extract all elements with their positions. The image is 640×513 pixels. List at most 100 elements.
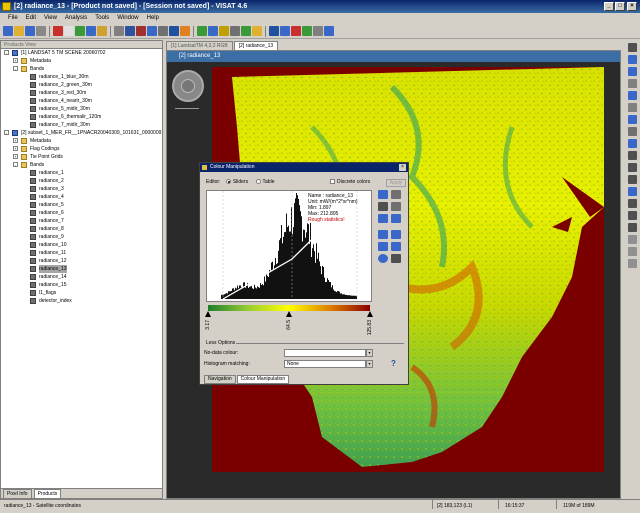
tree-node[interactable]: radiance_1: [1, 169, 162, 177]
tree-node[interactable]: radiance_5_midir_30m: [1, 105, 162, 113]
expand-icon[interactable]: +: [13, 146, 18, 151]
tool-button-icon[interactable]: [627, 187, 637, 196]
no-data-colour-field[interactable]: [284, 349, 366, 357]
tree-node[interactable]: + Metadata: [1, 57, 162, 65]
tool-button-icon[interactable]: [627, 151, 637, 160]
help-button[interactable]: ?: [391, 359, 401, 369]
no-data-dropdown-icon[interactable]: ▾: [366, 349, 373, 357]
toolbar-button-icon[interactable]: [280, 26, 290, 36]
tree-node[interactable]: radiance_15: [1, 281, 162, 289]
toolbar-button-icon[interactable]: [291, 26, 301, 36]
tool-button-icon[interactable]: [627, 235, 637, 244]
menu-view[interactable]: View: [40, 13, 61, 24]
menu-window[interactable]: Window: [113, 13, 142, 24]
tree-node[interactable]: l1_flags: [1, 289, 162, 297]
toolbar-button-icon[interactable]: [269, 26, 279, 36]
toolbar-button-icon[interactable]: [169, 26, 179, 36]
tree-node[interactable]: radiance_6_thermalir_120m: [1, 113, 162, 121]
tool-button-icon[interactable]: [627, 127, 637, 136]
tool-button-icon[interactable]: [627, 79, 637, 88]
expand-icon[interactable]: +: [13, 138, 18, 143]
less-options-toggle[interactable]: Less Options: [206, 340, 235, 346]
tree-node[interactable]: radiance_14: [1, 273, 162, 281]
colour-slider-handle[interactable]: [367, 311, 373, 317]
tool-button-icon[interactable]: [627, 67, 637, 76]
tree-node[interactable]: - Bands: [1, 161, 162, 169]
collapse-icon[interactable]: -: [4, 130, 9, 135]
toolbar-button-icon[interactable]: [208, 26, 218, 36]
tree-node[interactable]: + Tie Point Grids: [1, 153, 162, 161]
histogram-matching-select[interactable]: None: [284, 360, 366, 368]
toolbar-button-icon[interactable]: [125, 26, 135, 36]
toolbar-button-icon[interactable]: [36, 26, 46, 36]
tree-node[interactable]: radiance_3_red_30m: [1, 89, 162, 97]
tab-radiance-13[interactable]: [2] radiance_13: [233, 41, 279, 50]
toolbar-button-icon[interactable]: [64, 26, 74, 36]
tab-navigation[interactable]: Navigation: [204, 375, 236, 384]
tool-button-icon[interactable]: [627, 43, 637, 52]
toolbar-button-icon[interactable]: [324, 26, 334, 36]
distribute-icon[interactable]: [391, 202, 401, 211]
menu-edit[interactable]: Edit: [22, 13, 40, 24]
tree-node[interactable]: radiance_10: [1, 241, 162, 249]
toolbar-button-icon[interactable]: [14, 26, 24, 36]
tree-node[interactable]: radiance_4_nearir_30m: [1, 97, 162, 105]
toolbar-button-icon[interactable]: [197, 26, 207, 36]
import-icon[interactable]: [391, 190, 401, 199]
table-radio[interactable]: Table: [255, 179, 274, 185]
tree-node[interactable]: radiance_2_green_30m: [1, 81, 162, 89]
tree-node[interactable]: detector_index: [1, 297, 162, 305]
zoom-in-h-icon[interactable]: [391, 230, 401, 239]
tree-node[interactable]: radiance_7: [1, 217, 162, 225]
toolbar-button-icon[interactable]: [53, 26, 63, 36]
reset-icon[interactable]: [378, 190, 388, 199]
toolbar-button-icon[interactable]: [114, 26, 124, 36]
close-icon[interactable]: ×: [399, 164, 406, 171]
toolbar-button-icon[interactable]: [3, 26, 13, 36]
tree-node[interactable]: radiance_5: [1, 201, 162, 209]
tool-button-icon[interactable]: [627, 55, 637, 64]
menu-analysis[interactable]: Analysis: [61, 13, 91, 24]
tab-landsat-rgb[interactable]: [1] LandsatTM 4,3,2 RGB: [166, 41, 233, 50]
zoom-out-h-icon[interactable]: [391, 242, 401, 251]
minimize-button[interactable]: _: [604, 2, 614, 11]
tree-node[interactable]: radiance_4: [1, 193, 162, 201]
toolbar-button-icon[interactable]: [241, 26, 251, 36]
tree-node[interactable]: radiance_7_midir_30m: [1, 121, 162, 129]
histogram-matching-dropdown-icon[interactable]: ▾: [366, 360, 373, 368]
tool-button-icon[interactable]: [627, 247, 637, 256]
tree-node[interactable]: - Bands: [1, 65, 162, 73]
tool-button-icon[interactable]: [627, 163, 637, 172]
navigation-wheel-center-icon[interactable]: [181, 79, 195, 93]
tree-node[interactable]: radiance_12: [1, 257, 162, 265]
toolbar-button-icon[interactable]: [230, 26, 240, 36]
tab-colour-manipulation[interactable]: Colour Manipulation: [236, 375, 290, 384]
zoom-in-v-icon[interactable]: [378, 230, 388, 239]
toolbar-button-icon[interactable]: [75, 26, 85, 36]
toolbar-button-icon[interactable]: [313, 26, 323, 36]
discrete-colors-checkbox[interactable]: Discrete colors: [330, 179, 370, 186]
toolbar-button-icon[interactable]: [136, 26, 146, 36]
tool-button-icon[interactable]: [627, 103, 637, 112]
zoom-out-v-icon[interactable]: [378, 242, 388, 251]
tree-node[interactable]: radiance_11: [1, 249, 162, 257]
tool-button-icon[interactable]: [627, 259, 637, 268]
colour-slider-handle[interactable]: [286, 311, 292, 317]
more-icon[interactable]: [391, 254, 401, 263]
tree-node[interactable]: radiance_8: [1, 225, 162, 233]
tree-node[interactable]: radiance_6: [1, 209, 162, 217]
tree-node[interactable]: radiance_3: [1, 185, 162, 193]
tool-button-icon[interactable]: [627, 175, 637, 184]
tool-button-icon[interactable]: [627, 91, 637, 100]
tree-node[interactable]: + Flag Codings: [1, 145, 162, 153]
tree-node[interactable]: radiance_13: [1, 265, 162, 273]
toolbar-button-icon[interactable]: [252, 26, 262, 36]
range-95-icon[interactable]: [378, 214, 388, 223]
sliders-radio[interactable]: Sliders: [225, 179, 248, 185]
toolbar-button-icon[interactable]: [158, 26, 168, 36]
apply-button[interactable]: Apply: [386, 179, 406, 187]
menu-file[interactable]: File: [4, 13, 22, 24]
menu-tools[interactable]: Tools: [91, 13, 113, 24]
tool-button-icon[interactable]: [627, 199, 637, 208]
export-icon[interactable]: [378, 202, 388, 211]
